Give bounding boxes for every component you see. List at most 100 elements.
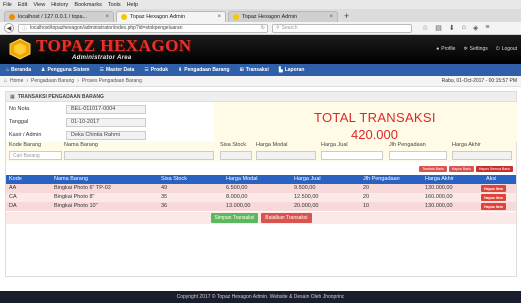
menu-item-transaksi[interactable]: ⊞ Transaksi	[240, 67, 269, 73]
profile-link[interactable]: ● Profile	[436, 46, 455, 52]
hapus-item-button[interactable]: Hapus Item	[481, 203, 506, 210]
hapus-item-button[interactable]: Hapus Item	[481, 185, 506, 192]
close-tab-icon[interactable]: ×	[329, 14, 333, 20]
column-header: Aksi	[486, 176, 497, 182]
field-value: Deka Chintia Rahmi	[66, 130, 146, 140]
menu-tools[interactable]: Tools	[108, 2, 121, 8]
url-bar[interactable]: ⓘ localhost/topazhexagon/administrator/i…	[18, 23, 268, 33]
field-label: No Nota	[9, 106, 30, 112]
cell-jumlah: 10	[363, 203, 370, 209]
breadcrumb-current: Proses Pengadaan Barang	[81, 78, 142, 84]
search-input[interactable]: ⚲ Search	[272, 23, 412, 33]
menu-label: Produk	[150, 67, 169, 73]
field-no-nota: No Nota BEL-011017-0004	[6, 104, 146, 114]
url-text: localhost/topazhexagon/administrator/ind…	[30, 25, 183, 31]
menu-file[interactable]: File	[3, 2, 12, 8]
cell-jumlah: 20	[363, 194, 370, 200]
menu-label: Master Data	[105, 67, 135, 73]
new-tab-button[interactable]: +	[340, 11, 353, 21]
entry-header: Jlh Pengadaan	[389, 142, 426, 148]
browser-tab-1[interactable]: localhost / 127.0.0.1 / topa... ×	[4, 11, 114, 22]
menu-item-produk[interactable]: ☰ Produk	[144, 67, 168, 73]
power-icon: ⏻	[495, 46, 500, 52]
tambah-baris-button[interactable]: Tambah Baris	[419, 166, 447, 172]
home-icon[interactable]: ⌂	[462, 24, 466, 32]
breadcrumb-home[interactable]: Home	[10, 78, 23, 84]
menu-item-pengadaan[interactable]: ⬇ Pengadaan Barang	[178, 67, 230, 73]
table-row: DA Bingkai Photo 10" 36 13.000,00 20.000…	[6, 202, 516, 211]
info-icon: ⓘ	[22, 25, 28, 32]
browser-tabstrip: localhost / 127.0.0.1 / topa... × Topaz …	[0, 9, 521, 22]
chevron-right-icon: ›	[26, 78, 29, 84]
cart-icon: ⊞	[239, 67, 244, 73]
menu-edit[interactable]: Edit	[18, 2, 27, 8]
hamburger-menu-icon[interactable]: ≡	[485, 24, 489, 32]
menu-view[interactable]: View	[33, 2, 45, 8]
menu-item-laporan[interactable]: ▙ Laporan	[279, 67, 305, 73]
download-icon[interactable]: ⬇	[449, 24, 455, 32]
field-label: Tanggal	[9, 119, 29, 125]
entry-header: Harga Akhir	[452, 142, 481, 148]
entry-header: Harga Modal	[256, 142, 288, 148]
browser-navbar: ◀ ⓘ localhost/topazhexagon/administrator…	[0, 22, 521, 35]
menu-item-beranda[interactable]: ⌂ Beranda	[6, 67, 31, 73]
cell-modal: 13.000,00	[226, 203, 251, 209]
hapus-semua-baris-button[interactable]: Hapus Semua Baris	[475, 166, 513, 172]
breadcrumb: ⌂ Home › Pengadaan Barang › Proses Penga…	[0, 76, 521, 87]
simpan-transaksi-button[interactable]: Simpan Transaksi	[210, 213, 259, 223]
hexagon-logo-icon	[9, 38, 31, 60]
back-icon[interactable]: ◀	[4, 23, 14, 33]
menu-label: Beranda	[11, 67, 32, 73]
reload-icon[interactable]: ↻	[261, 25, 265, 31]
tab-label: localhost / 127.0.0.1 / topa...	[18, 14, 88, 20]
menu-help[interactable]: Help	[127, 2, 138, 8]
menu-history[interactable]: History	[51, 2, 68, 8]
search-barang-input[interactable]: Cari Barang	[9, 151, 62, 160]
jumlah-pengadaan-input[interactable]	[389, 151, 447, 160]
search-icon: ⚲	[276, 25, 280, 31]
grid-icon: ▦	[10, 93, 15, 100]
star-icon[interactable]: ☆	[422, 24, 428, 32]
favicon-icon	[121, 14, 127, 20]
menu-label: Pengadaan Barang	[184, 67, 230, 73]
batalkan-transaksi-button[interactable]: Batalkan Transaksi	[261, 213, 312, 223]
cell-jual: 12.500,00	[294, 194, 319, 200]
cell-akhir: 130.000,00	[425, 185, 453, 191]
tab-label: Topaz Hexagon Admin	[130, 14, 186, 20]
menu-bookmarks[interactable]: Bookmarks	[74, 2, 102, 8]
logout-link[interactable]: ⏻ Logout	[496, 46, 517, 52]
hapus-item-button[interactable]: Hapus Item	[481, 194, 506, 201]
settings-link[interactable]: ✲ Settings	[463, 46, 487, 52]
column-header: Kode	[9, 176, 22, 182]
menu-item-master-data[interactable]: ☰ Master Data	[99, 67, 134, 73]
harga-jual-input[interactable]	[321, 151, 383, 160]
column-header: Harga Akhir	[425, 176, 454, 182]
field-kasir: Kasir / Admin Deka Chintia Rahmi	[6, 130, 146, 140]
field-value: 01-10-2017	[66, 117, 146, 127]
close-tab-icon[interactable]: ×	[105, 14, 109, 20]
search-placeholder: Search	[281, 25, 298, 31]
entry-header: Sisa Stock	[220, 142, 246, 148]
column-header: Jlh Pengadaan	[363, 176, 400, 182]
field-value: BEL-011017-0004	[66, 104, 146, 114]
main-menu: ⌂ Beranda ♟ Pengguna Sistem ☰ Master Data ☰…	[0, 64, 521, 76]
browser-tab-2[interactable]: Topaz Hexagon Admin ×	[116, 11, 226, 22]
chevron-right-icon: ›	[77, 78, 79, 84]
menu-item-pengguna[interactable]: ♟ Pengguna Sistem	[41, 67, 89, 73]
cell-kode: AA	[9, 185, 17, 191]
shield-icon[interactable]: ◈	[473, 24, 478, 32]
report-icon: ▙	[278, 67, 283, 73]
menu-label: Transaksi	[245, 67, 269, 73]
gear-icon: ✲	[463, 46, 468, 52]
favicon-icon	[233, 14, 239, 20]
close-tab-icon[interactable]: ×	[217, 14, 221, 20]
browser-toolbar-icons: ☆ ▤ ⬇ ⌂ ◈ ≡	[422, 24, 490, 32]
breadcrumb-pengadaan[interactable]: Pengadaan Barang	[31, 78, 74, 84]
home-icon: ⌂	[6, 67, 10, 73]
browser-tab-3[interactable]: Topaz Hexagon Admin ×	[228, 11, 338, 22]
cell-jual: 20.000,00	[294, 203, 319, 209]
sisa-stock-field	[220, 151, 252, 160]
download-icon: ⬇	[178, 67, 183, 73]
hapus-baris-button[interactable]: Hapus Baris	[448, 166, 474, 172]
reading-list-icon[interactable]: ▤	[435, 24, 442, 32]
